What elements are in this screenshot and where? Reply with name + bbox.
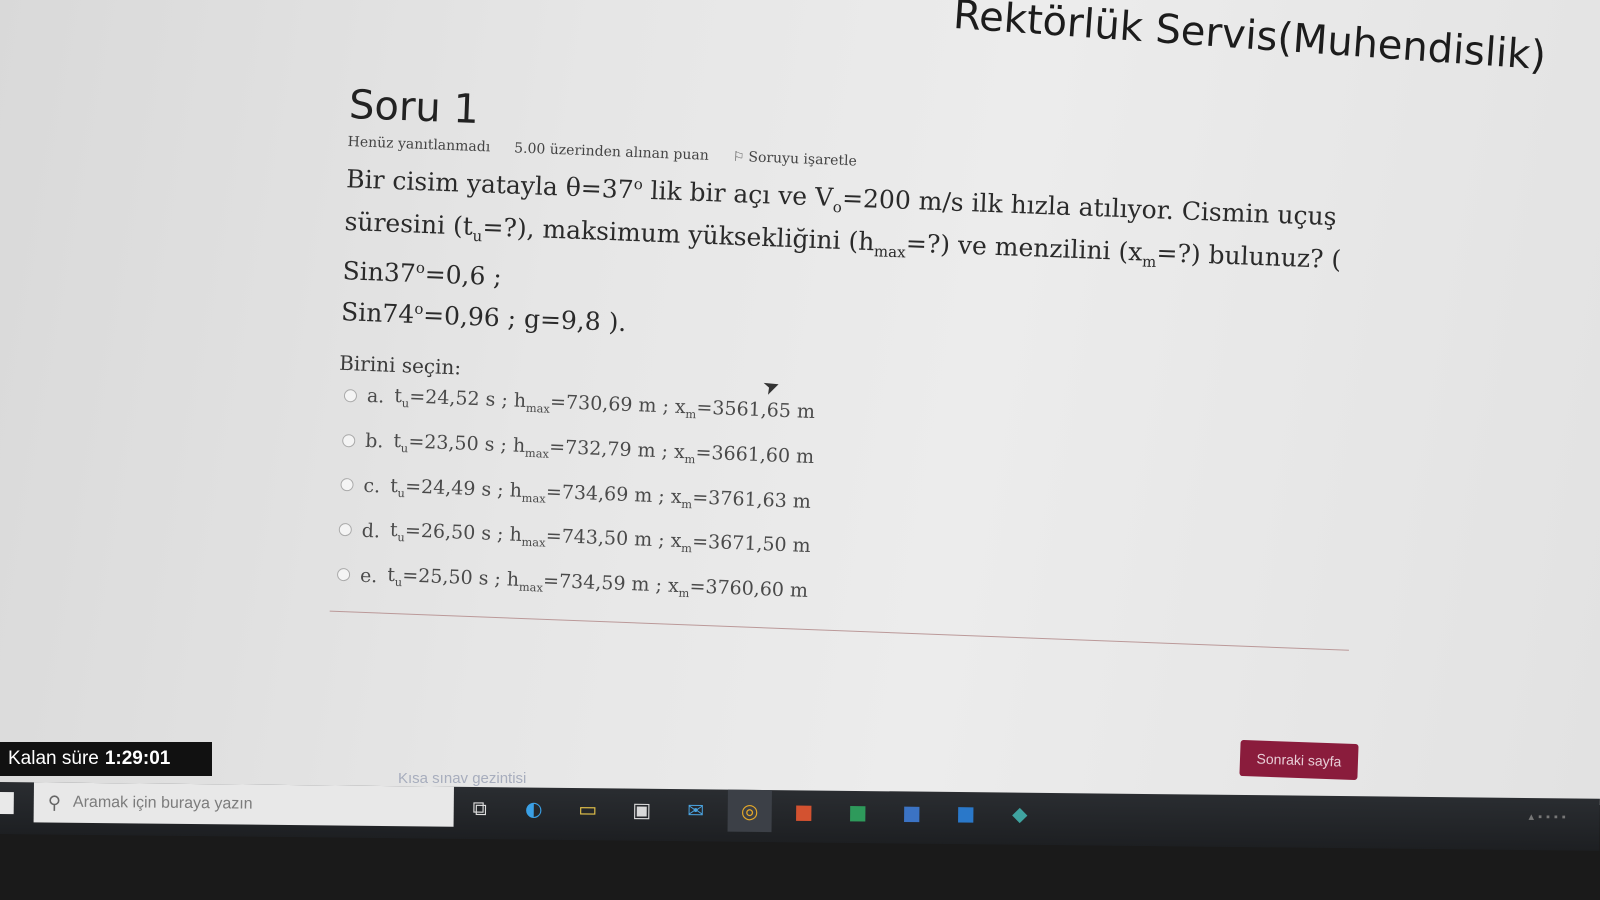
- flag-question-label: Soruyu işaretle: [748, 149, 858, 170]
- file-explorer-icon[interactable]: ▭: [566, 788, 610, 830]
- word-icon[interactable]: ■: [890, 791, 934, 833]
- outlook-icon[interactable]: ■: [944, 792, 988, 834]
- next-page-button[interactable]: Sonraki sayfa: [1239, 739, 1359, 781]
- app-icon[interactable]: ◆: [998, 792, 1042, 834]
- timer-label: Kalan süre: [8, 748, 99, 769]
- flag-question-link[interactable]: ⚐ Soruyu işaretle: [732, 149, 858, 170]
- timer-value: 1:29:01: [104, 748, 171, 769]
- browser-viewport: Rektörlük Servis(Muhendislik) Soru 1 Hen…: [0, 0, 1600, 805]
- pinned-apps: ⧉ ◐ ▭ ▣ ✉ ◎ ■ ■ ■ ■ ◆: [458, 787, 1042, 835]
- radio-button[interactable]: [340, 478, 354, 492]
- start-icon[interactable]: [0, 791, 14, 815]
- system-tray: ▴▪▪▪▪: [1528, 811, 1570, 824]
- chrome-icon[interactable]: ◎: [727, 789, 772, 833]
- question-status: Henüz yanıtlanmadı: [347, 133, 491, 156]
- taskbar-search[interactable]: ⚲ Aramak için buraya yazın: [33, 782, 454, 827]
- radio-button[interactable]: [343, 388, 358, 403]
- edge-icon[interactable]: ◐: [512, 787, 556, 829]
- question-container: Soru 1 Henüz yanıtlanmadı 5.00 üzerinden…: [329, 82, 1430, 653]
- flag-icon: ⚐: [732, 149, 745, 165]
- search-placeholder: Aramak için buraya yazın: [72, 793, 253, 813]
- site-title: Rektörlük Servis(Muhendislik): [951, 0, 1548, 80]
- powerpoint-icon[interactable]: ■: [782, 790, 826, 832]
- answer-options: a. tu=24,52 s ; hmax=730,69 m ; xm=3561,…: [336, 383, 1418, 628]
- quiz-navigation-link[interactable]: Kısa sınav gezintisi: [398, 770, 526, 787]
- question-text: Bir cisim yatayla θ=37o lik bir açı ve V…: [340, 164, 1342, 337]
- radio-button[interactable]: [341, 433, 356, 448]
- time-remaining: Kalan süre 1:29:01: [0, 742, 212, 776]
- store-icon[interactable]: ▣: [620, 788, 664, 830]
- search-icon: ⚲: [47, 792, 62, 813]
- radio-button[interactable]: [336, 567, 351, 582]
- excel-icon[interactable]: ■: [836, 791, 880, 833]
- mail-icon[interactable]: ✉: [674, 789, 718, 831]
- radio-button[interactable]: [338, 523, 353, 537]
- task-view-icon[interactable]: ⧉: [458, 787, 502, 829]
- question-points: 5.00 üzerinden alınan puan: [513, 140, 710, 164]
